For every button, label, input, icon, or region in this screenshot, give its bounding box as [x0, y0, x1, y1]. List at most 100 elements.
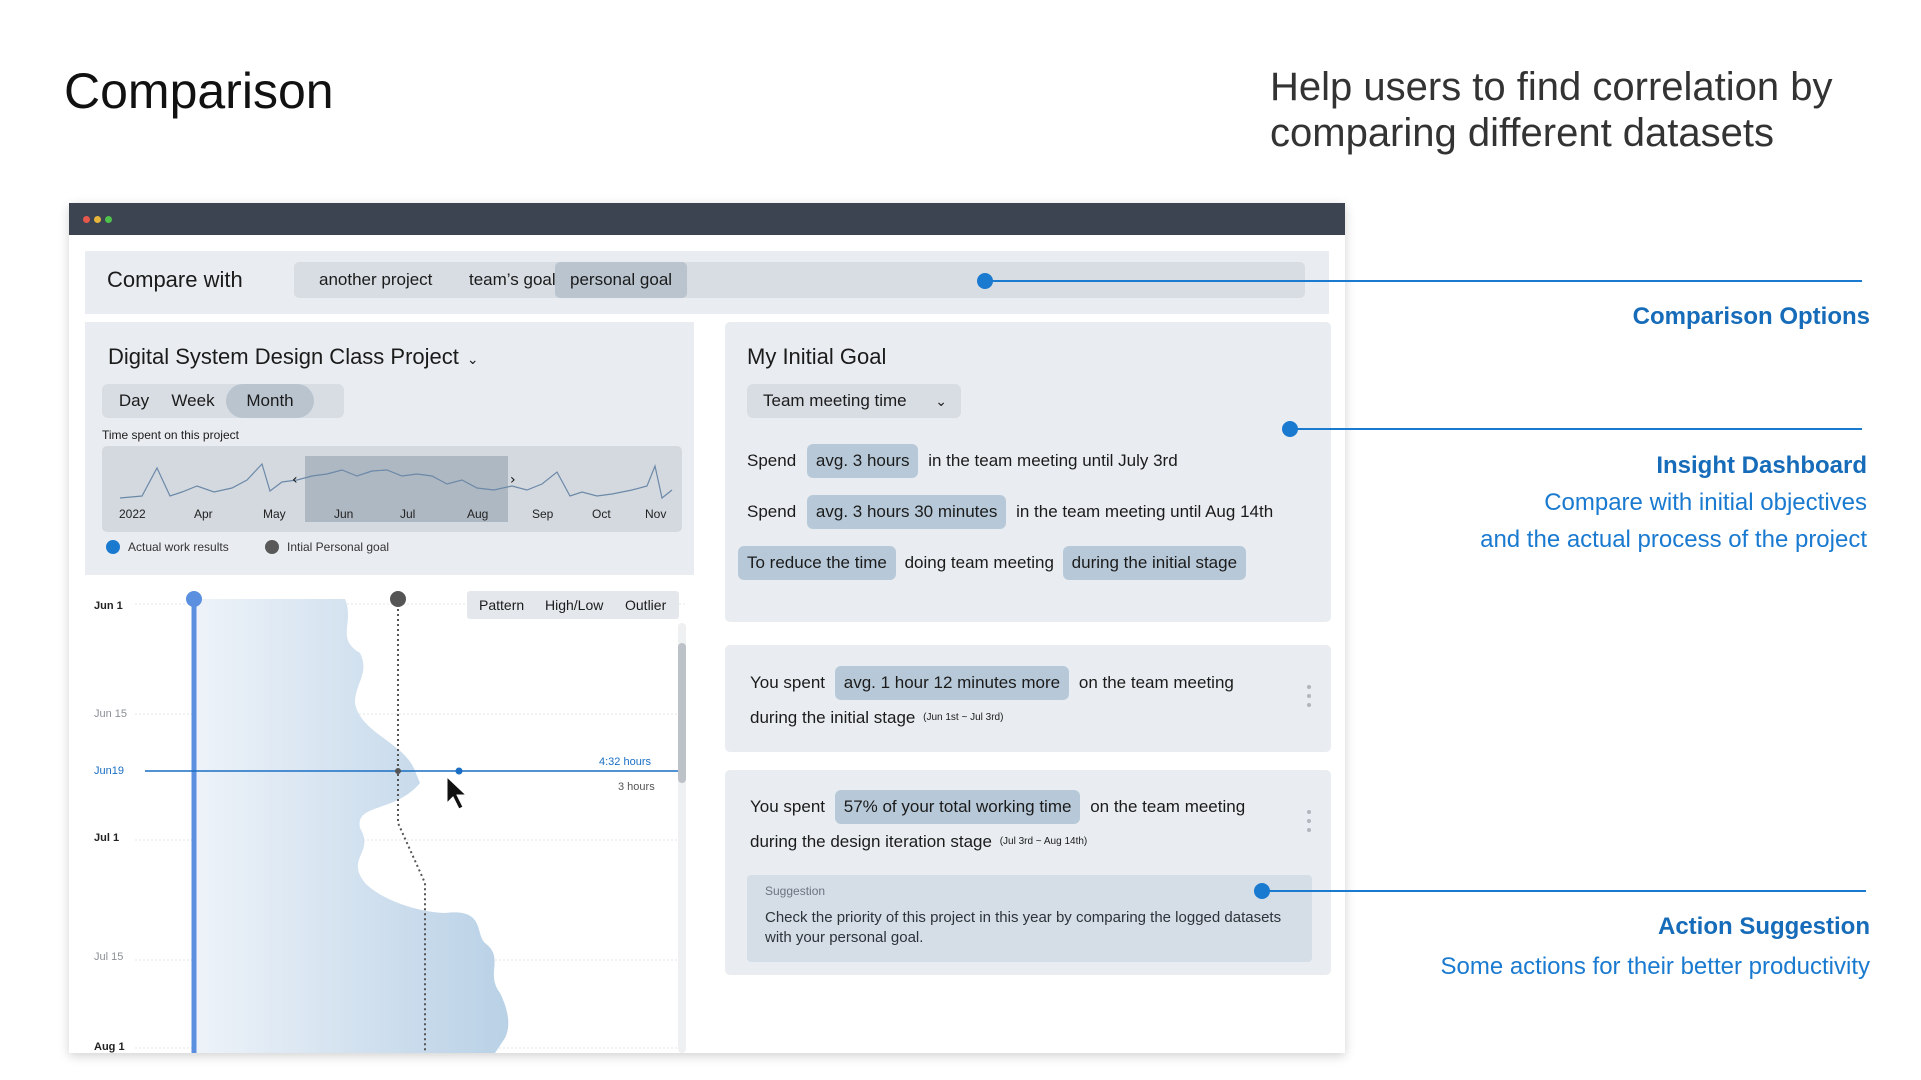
goal-metric-value: Team meeting time: [763, 391, 907, 410]
timeline-left-handle-icon: ‹: [292, 472, 298, 488]
annotation-insight-desc: Compare with initial objectives and the …: [1400, 484, 1867, 558]
timeline-right-handle-icon: ›: [510, 472, 516, 488]
compare-bar: Compare with another project team’s goal…: [85, 251, 1329, 314]
date-label: Jul 1: [94, 832, 120, 844]
annotation-insight-title: Insight Dashboard: [1656, 452, 1867, 479]
date-label: Jun 1: [94, 600, 123, 612]
tab-outlier[interactable]: Outlier: [625, 591, 666, 619]
insight-value-pill[interactable]: avg. 1 hour 12 minutes more: [834, 666, 1070, 700]
legend-actual: Actual work results: [106, 540, 229, 554]
compare-label: Compare with: [107, 267, 243, 292]
insight-line-2: during the design iteration stage (Jul 3…: [750, 831, 1087, 852]
annotation-dot-icon: [1282, 421, 1298, 437]
project-selector[interactable]: Digital System Design Class Project ⌄: [108, 344, 479, 370]
insight-text: on the team meeting: [1090, 797, 1246, 816]
minimize-dot-icon[interactable]: [94, 216, 101, 223]
tab-teams-goal[interactable]: team’s goal: [454, 262, 571, 298]
overview-label: Time spent on this project: [102, 428, 239, 442]
insight-text: during the initial stage: [750, 707, 916, 727]
insight-line-1: You spent avg. 1 hour 12 minutes more on…: [750, 666, 1234, 700]
insight-text: You spent: [750, 797, 825, 816]
mouse-cursor-icon: [446, 775, 468, 810]
hover-actual-marker: [455, 767, 463, 775]
range-tabs: Day Week Month: [102, 384, 344, 418]
goal-row-text: in the team meeting until Aug 14th: [1016, 502, 1274, 521]
tab-day[interactable]: Day: [108, 384, 160, 418]
annotation-line-comparison: [985, 280, 1862, 282]
annotation-line-insight: [1290, 428, 1862, 430]
actual-axis-handle-icon[interactable]: [186, 591, 202, 607]
goal-axis-handle-icon[interactable]: [390, 591, 406, 607]
legend-actual-label: Actual work results: [128, 540, 229, 554]
insight-text: during the design iteration stage: [750, 831, 992, 851]
hover-goal-value: 3 hours: [618, 781, 655, 793]
goal-value-pill[interactable]: avg. 3 hours 30 minutes: [806, 495, 1007, 529]
goal-value-pill[interactable]: To reduce the time: [738, 546, 896, 580]
chevron-down-icon: ⌄: [935, 393, 947, 409]
goal-row-2: Spend avg. 3 hours 30 minutes in the tea…: [747, 495, 1273, 529]
page-subtitle-line1: Help users to find correlation by: [1270, 65, 1833, 109]
goal-row-text: doing team meeting: [904, 553, 1054, 572]
overview-timeline[interactable]: ‹ › 2022 Apr May Jun Jul Aug Sep Oct Nov: [102, 446, 682, 532]
date-label: Jun 15: [94, 708, 128, 720]
main-comparison-chart[interactable]: [85, 583, 695, 1053]
goal-row-text: Spend: [747, 502, 797, 521]
insight-card: You spent avg. 1 hour 12 minutes more on…: [725, 645, 1331, 752]
project-overview-panel: Digital System Design Class Project ⌄ Day…: [85, 322, 694, 575]
overview-month-label: Aug: [467, 507, 489, 521]
hover-goal-marker: [395, 768, 401, 774]
legend-goal-label: Intial Personal goal: [287, 540, 390, 554]
suggestion-text: Check the priority of this project in th…: [765, 909, 1282, 946]
suggestion-label: Suggestion: [765, 884, 826, 898]
tab-another-project[interactable]: another project: [304, 262, 447, 298]
date-label: Jul 15: [94, 951, 124, 963]
insight-date-range: (Jun 1st ~ Jul 3rd): [923, 712, 1004, 724]
goal-value-pill[interactable]: during the initial stage: [1062, 546, 1247, 580]
page-title: Comparison: [64, 63, 334, 119]
overview-month-label: Nov: [645, 507, 667, 521]
chart-scrollbar-thumb[interactable]: [678, 643, 686, 783]
more-options-icon[interactable]: [1307, 810, 1311, 837]
annotation-action-title: Action Suggestion: [1658, 913, 1870, 940]
tab-week[interactable]: Week: [162, 384, 224, 418]
overview-month-label: Sep: [532, 507, 554, 521]
goal-value-pill[interactable]: avg. 3 hours: [806, 444, 919, 478]
more-options-icon[interactable]: [1307, 685, 1311, 712]
tab-high-low[interactable]: High/Low: [545, 591, 603, 619]
tab-month[interactable]: Month: [226, 384, 314, 418]
project-title: Digital System Design Class Project: [108, 344, 459, 369]
annotation-comparison-title: Comparison Options: [1632, 303, 1870, 330]
close-dot-icon[interactable]: [83, 216, 90, 223]
overview-month-label: 2022: [119, 507, 146, 521]
goal-row-text: in the team meeting until July 3rd: [928, 451, 1178, 470]
annotation-dot-icon: [977, 273, 993, 289]
goal-row-3: To reduce the time doing team meeting du…: [738, 546, 1247, 580]
window-titlebar: [69, 203, 1345, 235]
overview-month-label: May: [263, 507, 286, 521]
maximize-dot-icon[interactable]: [105, 216, 112, 223]
tab-personal-goal[interactable]: personal goal: [555, 262, 688, 298]
tab-pattern[interactable]: Pattern: [479, 591, 524, 619]
insight-card: You spent 57% of your total working time…: [725, 770, 1331, 975]
initial-goal-panel: My Initial Goal Team meeting time ⌄ Spend…: [725, 322, 1331, 622]
chevron-down-icon: ⌄: [466, 351, 479, 367]
insight-line-1: You spent 57% of your total working time…: [750, 790, 1245, 824]
insight-value-pill[interactable]: 57% of your total working time: [834, 790, 1081, 824]
goal-metric-select[interactable]: Team meeting time ⌄: [747, 384, 961, 418]
overview-month-label: Apr: [194, 507, 213, 521]
insight-date-range: (Jul 3rd ~ Aug 14th): [999, 836, 1088, 848]
legend-dot-actual-icon: [106, 540, 120, 554]
app-window: Compare with another project team’s goal…: [69, 203, 1345, 1053]
overview-month-label: Oct: [592, 507, 611, 521]
insight-line-2: during the initial stage (Jun 1st ~ Jul …: [750, 707, 1003, 728]
page-subtitle: Help users to find correlation by compar…: [1270, 64, 1890, 156]
page-subtitle-line2: comparing different datasets: [1270, 111, 1775, 155]
goal-row-text: Spend: [747, 451, 797, 470]
annotation-dot-icon: [1254, 883, 1270, 899]
suggestion-box: Suggestion Check the priority of this pr…: [747, 875, 1312, 962]
annotation-line-action: [1262, 890, 1866, 892]
annotation-insight-desc-line: Compare with initial objectives: [1544, 489, 1867, 516]
hover-actual-value: 4:32 hours: [599, 756, 651, 768]
annotation-action-desc: Some actions for their better productivi…: [1440, 953, 1870, 980]
insight-text: You spent: [750, 673, 825, 692]
